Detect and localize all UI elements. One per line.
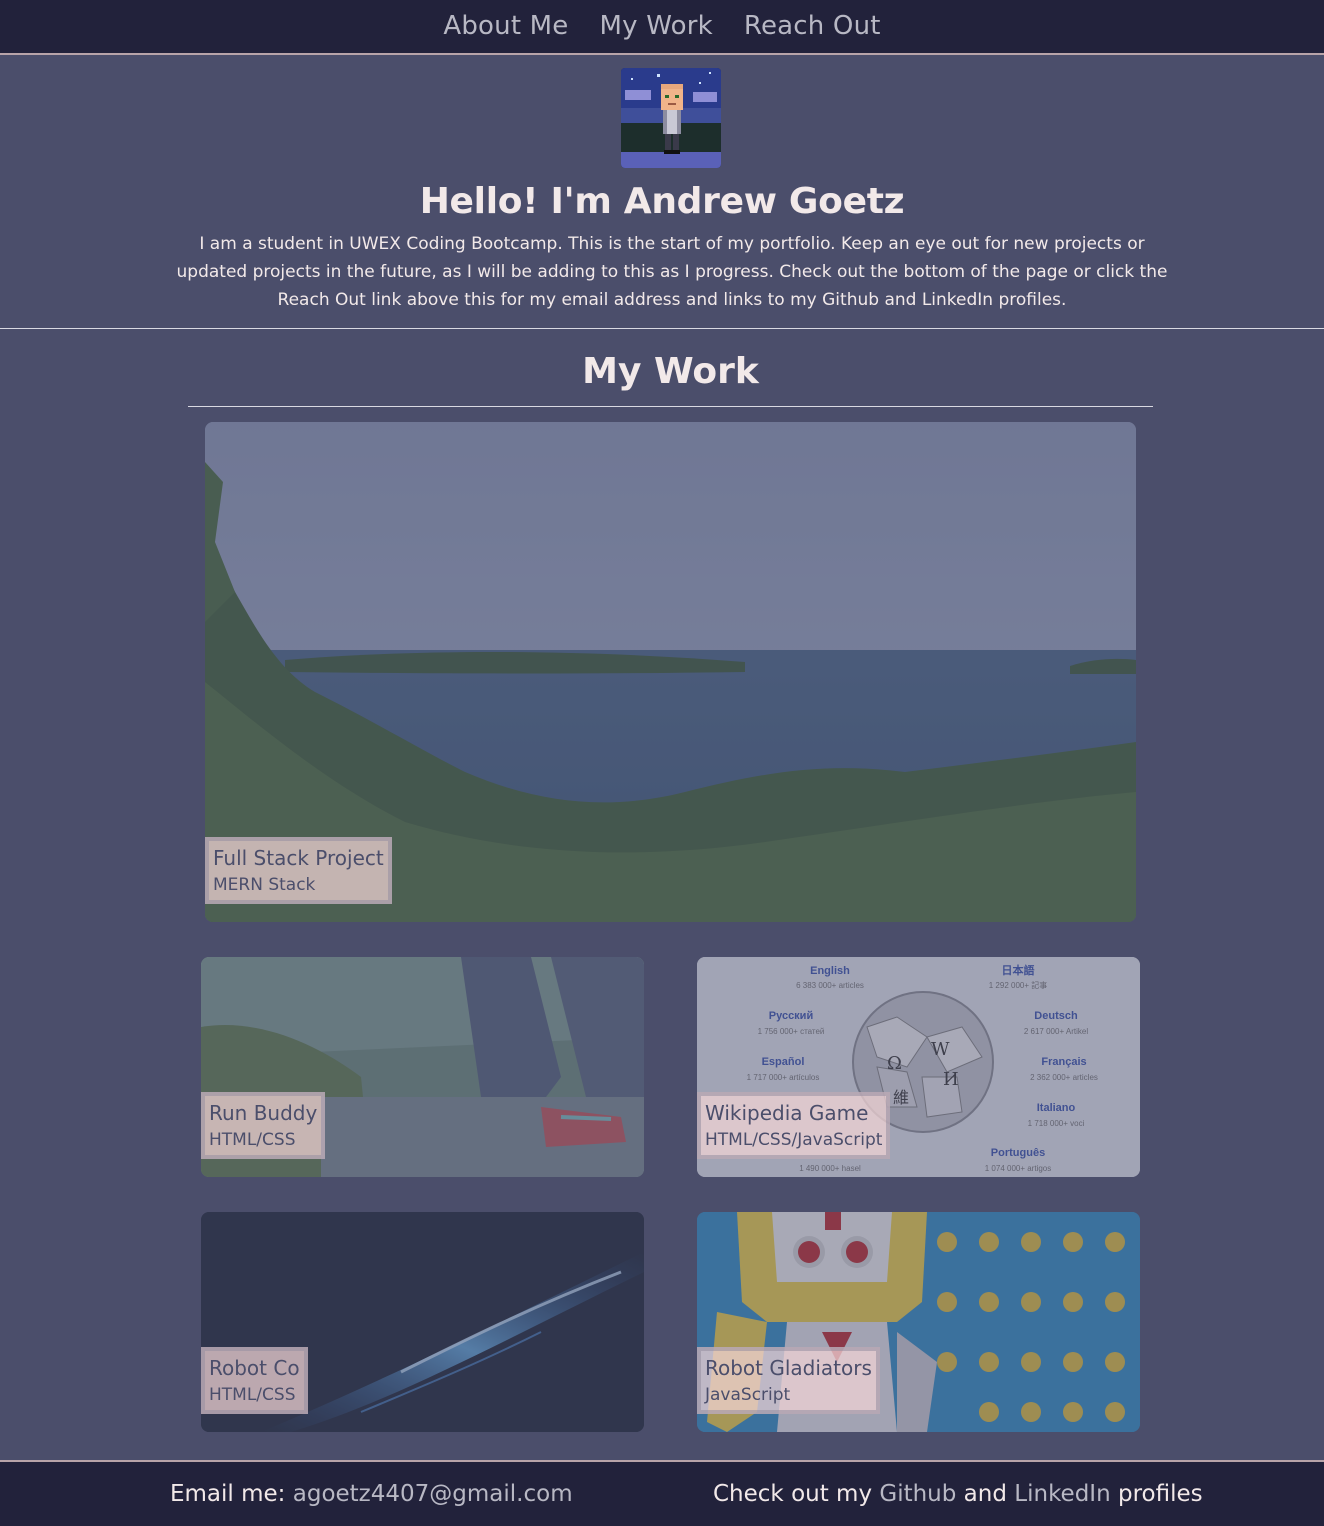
project-tech: HTML/CSS/JavaScript [705, 1130, 883, 1150]
top-nav: About Me My Work Reach Out [0, 0, 1324, 55]
project-name: Run Buddy [209, 1101, 318, 1125]
project-name: Robot Co [209, 1356, 300, 1380]
project-card-full-stack[interactable]: Full Stack Project MERN Stack [205, 422, 1136, 922]
email-link[interactable]: agoetz4407@gmail.com [293, 1481, 573, 1507]
work-section-title: My Work [188, 351, 1153, 407]
about-section: Hello! I'm Andrew Goetz I am a student i… [0, 55, 1324, 329]
footer-social: Check out my Github and LinkedIn profile… [713, 1481, 1203, 1507]
project-label: Robot Gladiators JavaScript [697, 1347, 880, 1414]
footer-email: Email me: agoetz4407@gmail.com [170, 1481, 573, 1507]
project-card-wikipedia-game[interactable]: Ω W И 維 English 6 383 000+ articles 日本語 … [697, 957, 1140, 1177]
project-name: Wikipedia Game [705, 1101, 869, 1125]
nav-link-reach-out[interactable]: Reach Out [744, 11, 881, 43]
project-name: Robot Gladiators [705, 1356, 872, 1380]
linkedin-link[interactable]: LinkedIn [1014, 1481, 1110, 1507]
project-tech: MERN Stack [213, 875, 316, 895]
project-card-robot-gladiators[interactable]: Robot Gladiators JavaScript [697, 1212, 1140, 1432]
hero-bio: I am a student in UWEX Coding Bootcamp. … [176, 234, 1168, 310]
project-label: Robot Co HTML/CSS [201, 1347, 308, 1414]
social-prefix: Check out my [713, 1481, 880, 1507]
email-prefix: Email me: [170, 1481, 293, 1507]
project-label: Wikipedia Game HTML/CSS/JavaScript [697, 1092, 891, 1159]
social-suffix: profiles [1110, 1481, 1203, 1507]
project-tech: HTML/CSS [209, 1130, 296, 1150]
nav-link-about-me[interactable]: About Me [443, 11, 568, 43]
footer: Email me: agoetz4407@gmail.com Check out… [0, 1460, 1324, 1526]
project-tech: JavaScript [705, 1385, 791, 1405]
social-and: and [956, 1481, 1015, 1507]
project-card-run-buddy[interactable]: Run Buddy HTML/CSS [201, 957, 644, 1177]
project-label: Run Buddy HTML/CSS [201, 1092, 326, 1159]
nav-link-my-work[interactable]: My Work [600, 11, 713, 43]
pixel-avatar [621, 68, 721, 168]
github-link[interactable]: Github [879, 1481, 956, 1507]
project-label: Full Stack Project MERN Stack [205, 837, 392, 904]
hero-title: Hello! I'm Andrew Goetz [419, 181, 905, 222]
project-tech: HTML/CSS [209, 1385, 296, 1405]
project-card-robot-co[interactable]: Robot Co HTML/CSS [201, 1212, 644, 1432]
project-name: Full Stack Project [213, 846, 384, 870]
